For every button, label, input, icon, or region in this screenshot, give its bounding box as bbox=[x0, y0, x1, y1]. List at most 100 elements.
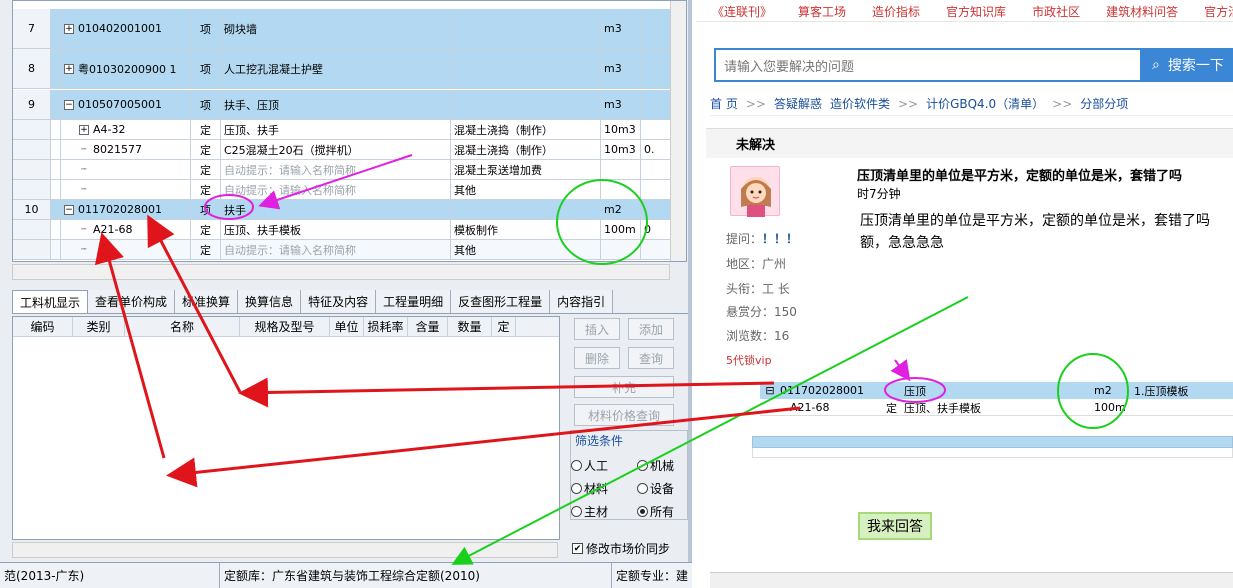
row-extra[interactable] bbox=[641, 120, 671, 139]
row-type[interactable]: 项 bbox=[191, 90, 221, 119]
breadcrumb-link[interactable]: 造价软件类 bbox=[830, 95, 890, 112]
bill-grid[interactable]: 7 +010402001001 项砌块墙 m3 8 + 粤01030200900 1 项人工挖… bbox=[12, 0, 687, 262]
row-feature[interactable]: 其他 bbox=[451, 180, 601, 199]
row-unit[interactable]: m3 bbox=[601, 90, 641, 119]
row-code[interactable]: ┈ bbox=[61, 160, 191, 179]
grid-row[interactable]: ┈ 定自动提示：请输入名称简称 其他 bbox=[13, 240, 671, 260]
row-unit[interactable]: 100m bbox=[601, 220, 641, 239]
row-extra[interactable] bbox=[641, 160, 671, 179]
grid-row[interactable]: ┈ 定自动提示：请输入名称简称 其他 bbox=[13, 180, 671, 200]
breadcrumb-link[interactable]: 计价GBQ4.0（清单） bbox=[926, 95, 1044, 112]
column-header[interactable]: 类别 bbox=[73, 317, 125, 336]
row-feature[interactable]: 模板制作 bbox=[451, 220, 601, 239]
row-marker[interactable] bbox=[51, 180, 61, 199]
row-extra[interactable] bbox=[641, 90, 671, 119]
nav-link[interactable]: 官方活动 bbox=[1204, 3, 1233, 21]
filter-labor[interactable]: 人工 bbox=[571, 457, 608, 474]
row-name[interactable]: 自动提示：请输入名称简称 bbox=[221, 160, 451, 179]
material-price-query-button[interactable]: 材料价格查询 bbox=[574, 404, 674, 426]
delete-button[interactable]: 删除 bbox=[574, 347, 620, 369]
row-extra[interactable] bbox=[641, 9, 671, 48]
insert-button[interactable]: 插入 bbox=[574, 318, 620, 340]
grid-row[interactable]: 9 −010507005001 项扶手、压顶 m3 bbox=[13, 90, 671, 120]
row-number[interactable]: 10 bbox=[13, 200, 51, 219]
row-marker[interactable] bbox=[51, 90, 61, 119]
row-extra[interactable]: 0. bbox=[641, 140, 671, 159]
row-extra[interactable] bbox=[641, 180, 671, 199]
row-extra[interactable] bbox=[641, 200, 671, 219]
row-marker[interactable] bbox=[51, 9, 61, 48]
collapse-icon[interactable]: − bbox=[64, 204, 74, 215]
row-marker[interactable] bbox=[51, 160, 61, 179]
breadcrumb-link[interactable]: 分部分项 bbox=[1080, 95, 1128, 112]
row-unit[interactable]: m3 bbox=[601, 9, 641, 48]
column-header[interactable]: 编码 bbox=[13, 317, 73, 336]
row-unit[interactable]: 10m3 bbox=[601, 120, 641, 139]
row-code[interactable]: ┈ A21-68 bbox=[61, 220, 191, 239]
material-table[interactable]: 编码 类别 名称 规格及型号 单位 损耗率 含量 数量定 bbox=[12, 316, 560, 540]
column-header[interactable]: 含量 bbox=[408, 317, 448, 336]
tab-1[interactable]: 工料机显示 bbox=[12, 290, 89, 313]
row-unit[interactable]: 10m3 bbox=[601, 140, 641, 159]
tab-6[interactable]: 工程量明细 bbox=[376, 290, 452, 313]
row-marker[interactable] bbox=[51, 49, 61, 88]
grid-row[interactable]: + A4-32 定压顶、扶手 混凝土浇捣（制作） 10m3 bbox=[13, 120, 671, 140]
tab-2[interactable]: 查看单价构成 bbox=[88, 290, 176, 313]
row-number[interactable] bbox=[13, 160, 51, 179]
column-header[interactable]: 定 bbox=[492, 317, 516, 336]
grid-horizontal-scrollbar[interactable] bbox=[12, 264, 670, 280]
column-header[interactable]: 名称 bbox=[125, 317, 240, 336]
row-number[interactable] bbox=[13, 120, 51, 139]
tab-5[interactable]: 特征及内容 bbox=[301, 290, 377, 313]
tab-8[interactable]: 内容指引 bbox=[550, 290, 614, 313]
row-unit[interactable]: m3 bbox=[601, 49, 641, 88]
row-extra[interactable] bbox=[641, 49, 671, 88]
filter-main-material[interactable]: 主材 bbox=[571, 503, 608, 520]
row-feature[interactable]: 混凝土浇捣（制作） bbox=[451, 120, 601, 139]
tab-3[interactable]: 标准换算 bbox=[175, 290, 239, 313]
page-horizontal-scrollbar[interactable] bbox=[710, 572, 1233, 588]
nav-link[interactable]: 市政社区 bbox=[1032, 3, 1080, 21]
row-marker[interactable] bbox=[51, 240, 61, 259]
row-type[interactable]: 定 bbox=[191, 220, 221, 239]
row-code[interactable]: −011702028001 bbox=[61, 200, 191, 219]
question-title[interactable]: 压顶清单里的单位是平方米，定额的单位是米，套错了吗 bbox=[857, 165, 1233, 184]
row-type[interactable]: 定 bbox=[191, 140, 221, 159]
row-type[interactable]: 定 bbox=[191, 240, 221, 259]
nav-link[interactable]: 官方知识库 bbox=[946, 3, 1006, 21]
row-code[interactable]: + A4-32 bbox=[61, 120, 191, 139]
filter-machine[interactable]: 机械 bbox=[637, 457, 674, 474]
row-type[interactable]: 定 bbox=[191, 180, 221, 199]
row-number[interactable] bbox=[13, 140, 51, 159]
breadcrumb-link[interactable]: 首 页 bbox=[710, 95, 738, 112]
column-header[interactable]: 数量 bbox=[448, 317, 492, 336]
row-type[interactable]: 项 bbox=[191, 200, 221, 219]
row-type[interactable]: 项 bbox=[191, 9, 221, 48]
search-input[interactable]: 请输入您要解决的问题 bbox=[714, 48, 1144, 82]
grid-vertical-scrollbar[interactable] bbox=[670, 1, 686, 261]
grid-row[interactable]: 10 −011702028001 项扶手 m2 bbox=[13, 200, 671, 220]
row-code[interactable]: ┈ bbox=[61, 180, 191, 199]
row-extra[interactable]: 0 bbox=[641, 220, 671, 239]
tree-node-icon[interactable]: ┈ bbox=[79, 245, 89, 255]
row-code[interactable]: +010402001001 bbox=[61, 9, 191, 48]
row-feature[interactable]: 混凝土泵送增加费 bbox=[451, 160, 601, 179]
column-header[interactable]: 损耗率 bbox=[364, 317, 408, 336]
grid-row[interactable]: ┈ 8021577 定 C25混凝土20石（搅拌机） 混凝土浇捣（制作） 10m3 0. bbox=[13, 140, 671, 160]
row-marker[interactable] bbox=[51, 140, 61, 159]
row-code[interactable]: ┈ 8021577 bbox=[61, 140, 191, 159]
row-code[interactable]: −010507005001 bbox=[61, 90, 191, 119]
row-code[interactable]: + 粤01030200900 1 bbox=[61, 49, 191, 88]
answer-button[interactable]: 我来回答 bbox=[858, 512, 932, 540]
row-unit[interactable] bbox=[601, 180, 641, 199]
sync-checkbox[interactable]: ✔ 修改市场价同步 bbox=[572, 540, 670, 557]
row-number[interactable]: 9 bbox=[13, 90, 51, 119]
row-number[interactable] bbox=[13, 180, 51, 199]
grid-row[interactable]: ┈ A21-68 定压顶、扶手模板 模板制作 100m 0 bbox=[13, 220, 671, 240]
column-header[interactable]: 规格及型号 bbox=[240, 317, 330, 336]
row-name[interactable]: 自动提示：请输入名称简称 bbox=[221, 180, 451, 199]
row-name[interactable]: 压顶、扶手 bbox=[221, 120, 451, 139]
search-button[interactable]: ⌕ 搜索一下 bbox=[1140, 48, 1233, 82]
nav-link[interactable]: 算客工场 bbox=[798, 3, 846, 21]
nav-link[interactable]: 建筑材料问答 bbox=[1106, 3, 1178, 21]
